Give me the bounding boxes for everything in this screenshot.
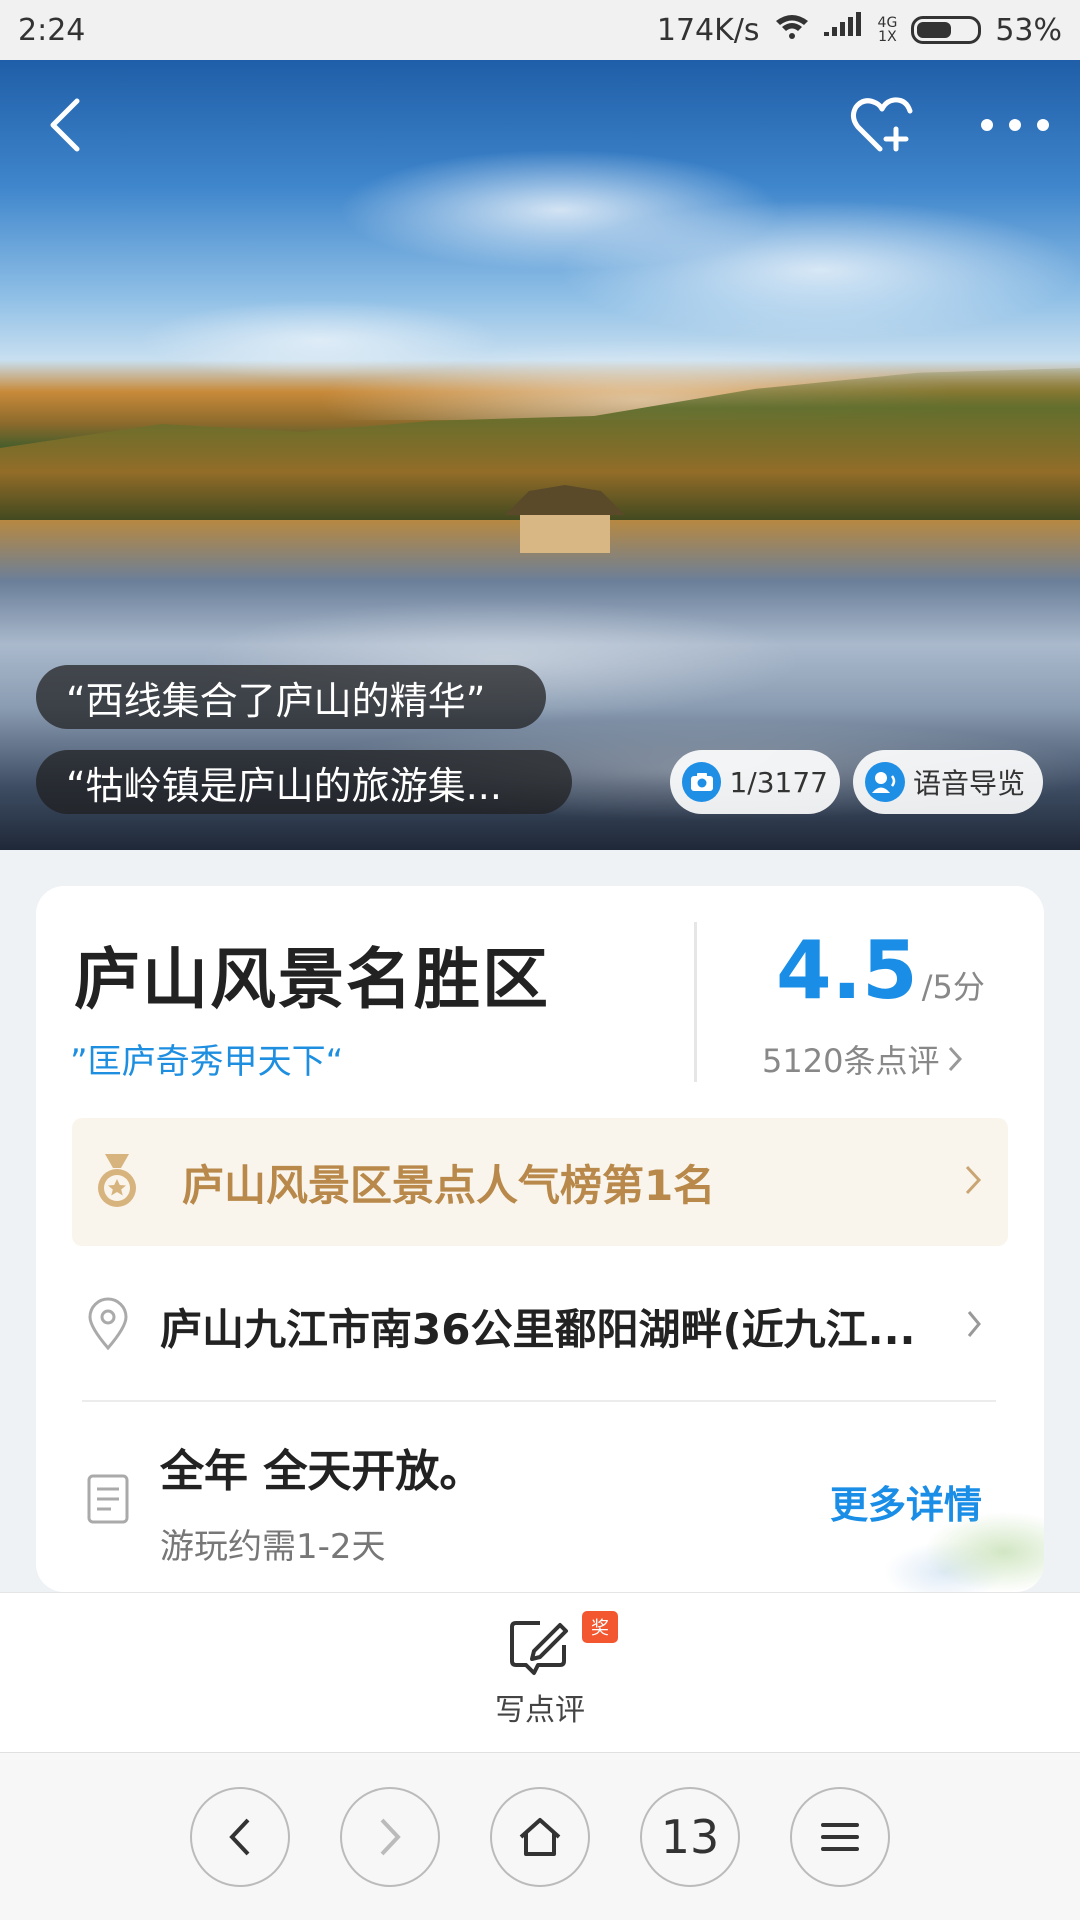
wifi-icon <box>774 12 810 48</box>
medal-icon <box>92 1152 142 1212</box>
address-text: 庐山九江市南36公里鄱阳湖畔(近九江... <box>160 1304 916 1354</box>
chevron-right-icon <box>966 1309 982 1343</box>
tabs-count: 13 <box>660 1810 720 1864</box>
popularity-rank-bar[interactable]: 庐山风景区景点人气榜第1名 <box>72 1118 1008 1246</box>
opening-hours: 全年 全天开放。 <box>160 1445 484 1497</box>
favorite-button[interactable] <box>845 90 920 160</box>
reviews-link[interactable]: 5120条点评 <box>762 1036 963 1082</box>
attraction-title: 庐山风景名胜区 <box>74 941 550 1018</box>
map-thumbnail <box>884 1452 1044 1592</box>
attraction-info-card: 庐山风景名胜区 ”匡庐奇秀甲天下“ 4.5 /5分 5120条点评 庐山风景区景… <box>36 886 1044 1592</box>
rating-score: 4.5 /5分 <box>776 924 985 1017</box>
award-badge: 奖 <box>582 1611 618 1643</box>
row-divider <box>82 1400 996 1402</box>
signal-icon <box>823 12 864 48</box>
review-quote-2[interactable]: “牯岭镇是庐山的旅游集... <box>36 750 572 814</box>
chevron-right-icon <box>380 1818 401 1856</box>
photo-counter: 1/3177 <box>729 765 828 799</box>
more-options-button[interactable] <box>975 100 1055 150</box>
edit-review-icon <box>510 1621 568 1675</box>
review-count: 5120条点评 <box>762 1042 940 1080</box>
opening-hours-row[interactable]: 全年 全天开放。 游玩约需1-2天 更多详情 <box>72 1426 1008 1576</box>
address-row[interactable]: 庐山九江市南36公里鄱阳湖畔(近九江... <box>72 1266 1008 1386</box>
photo-counter-button[interactable]: 1/3177 <box>670 750 840 814</box>
battery-percent: 53% <box>995 12 1062 48</box>
vertical-divider <box>694 922 697 1082</box>
voice-guide-button[interactable]: 语音导览 <box>853 750 1043 814</box>
browser-forward-button[interactable] <box>340 1787 440 1887</box>
chevron-left-icon <box>229 1818 250 1856</box>
chevron-right-icon <box>964 1164 982 1200</box>
attraction-slogan: ”匡庐奇秀甲天下“ <box>70 1042 344 1082</box>
back-arrow-icon <box>50 98 80 152</box>
network-speed: 174K/s <box>656 12 760 48</box>
browser-menu-button[interactable] <box>790 1787 890 1887</box>
browser-back-button[interactable] <box>190 1787 290 1887</box>
browser-home-button[interactable] <box>490 1787 590 1887</box>
visit-duration: 游玩约需1-2天 <box>160 1526 386 1567</box>
battery-icon <box>911 16 982 44</box>
camera-icon <box>682 762 722 802</box>
voice-guide-label: 语音导览 <box>913 767 1026 800</box>
location-pin-icon <box>86 1297 130 1355</box>
rating-max: /5分 <box>921 968 985 1006</box>
rating-value: 4.5 <box>776 924 918 1017</box>
voice-guide-icon <box>865 762 905 802</box>
network-type-bottom: 1X <box>878 29 897 45</box>
status-time: 2:24 <box>18 12 86 48</box>
browser-tabs-button[interactable]: 13 <box>640 1787 740 1887</box>
menu-icon <box>821 1823 859 1851</box>
write-review-label: 写点评 <box>495 1693 585 1728</box>
network-type: 4G 1X <box>878 16 898 44</box>
popularity-rank-text: 庐山风景区景点人气榜第1名 <box>182 1160 716 1210</box>
back-button[interactable] <box>30 90 100 160</box>
status-bar: 2:24 174K/s 4G 1X 53% <box>0 0 1080 60</box>
home-icon <box>519 1818 561 1856</box>
document-icon <box>86 1473 130 1529</box>
review-quote-1[interactable]: “西线集合了庐山的精华” <box>36 665 546 729</box>
status-indicators: 174K/s 4G 1X 53% <box>657 12 1062 48</box>
chevron-right-icon <box>949 1046 963 1072</box>
more-dots-icon <box>981 119 1049 131</box>
network-type-top: 4G <box>877 15 898 31</box>
write-review-bar: 写点评 奖 <box>0 1592 1080 1752</box>
browser-nav-bar: 13 <box>0 1752 1080 1920</box>
hero-photo[interactable] <box>0 60 1080 850</box>
heart-plus-icon <box>850 97 912 152</box>
